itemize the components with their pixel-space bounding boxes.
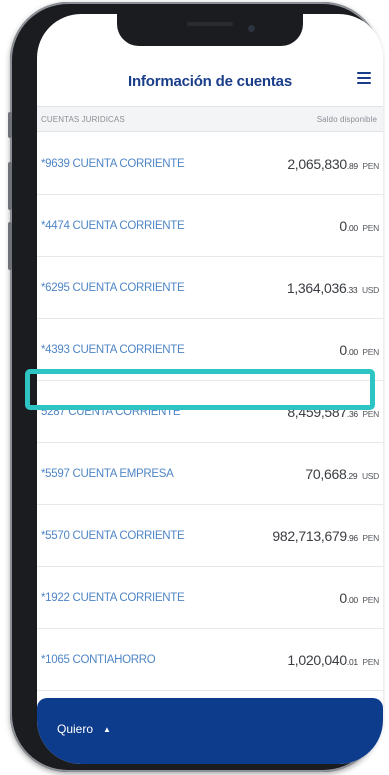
hamburger-menu-icon[interactable] xyxy=(357,72,371,86)
mute-switch xyxy=(8,112,12,138)
list-subheader: CUENTAS JURIDICAS Saldo disponible xyxy=(37,106,383,132)
app-header: Información de cuentas xyxy=(37,58,383,104)
accounts-list: *9639 CUENTA CORRIENTE 2,065,830.89 PEN … xyxy=(37,133,383,691)
account-balance: 0.00 PEN xyxy=(339,217,379,234)
account-name[interactable]: *4474 CUENTA CORRIENTE xyxy=(41,220,185,232)
account-name[interactable]: *5597 CUENTA EMPRESA xyxy=(41,468,174,480)
quiero-button[interactable]: Quiero ▲ xyxy=(37,698,383,764)
account-name[interactable]: 5287 CUENTA CORRIENTE xyxy=(41,406,181,418)
account-row[interactable]: *9639 CUENTA CORRIENTE 2,065,830.89 PEN xyxy=(37,133,383,195)
account-name[interactable]: *1065 CONTIAHORRO xyxy=(41,654,156,666)
account-name[interactable]: *1922 CUENTA CORRIENTE xyxy=(41,592,185,604)
account-balance: 8,459,587.36 PEN xyxy=(287,403,379,420)
account-balance: 1,020,040.01 PEN xyxy=(287,651,379,668)
account-row[interactable]: *4393 CUENTA CORRIENTE 0.00 PEN xyxy=(37,319,383,381)
page-title: Información de cuentas xyxy=(128,72,292,90)
quiero-label: Quiero xyxy=(57,722,94,736)
volume-up-button xyxy=(8,162,12,210)
account-name[interactable]: *5570 CUENTA CORRIENTE xyxy=(41,530,185,542)
account-balance: 0.00 PEN xyxy=(339,589,379,606)
phone-screen: Información de cuentas CUENTAS JURIDICAS… xyxy=(37,14,383,764)
section-label: CUENTAS JURIDICAS xyxy=(41,114,125,124)
phone-frame: Información de cuentas CUENTAS JURIDICAS… xyxy=(8,2,383,772)
account-balance: 70,668.29 USD xyxy=(305,465,379,482)
account-name[interactable]: *4393 CUENTA CORRIENTE xyxy=(41,344,185,356)
account-row[interactable]: *5597 CUENTA EMPRESA 70,668.29 USD xyxy=(37,443,383,505)
balance-column-label: Saldo disponible xyxy=(316,114,377,124)
caret-up-icon: ▲ xyxy=(103,725,111,734)
account-row[interactable]: *4474 CUENTA CORRIENTE 0.00 PEN xyxy=(37,195,383,257)
account-balance: 1,364,036.33 USD xyxy=(286,279,379,296)
account-row[interactable]: *5570 CUENTA CORRIENTE 982,713,679.96 PE… xyxy=(37,505,383,567)
camera xyxy=(248,25,255,32)
account-name[interactable]: *9639 CUENTA CORRIENTE xyxy=(41,158,185,170)
account-balance: 0.00 PEN xyxy=(339,341,379,358)
account-row[interactable]: *6295 CUENTA CORRIENTE 1,364,036.33 USD xyxy=(37,257,383,319)
notch xyxy=(117,14,303,46)
account-row[interactable]: *1922 CUENTA CORRIENTE 0.00 PEN xyxy=(37,567,383,629)
account-name[interactable]: *6295 CUENTA CORRIENTE xyxy=(41,282,185,294)
account-balance: 2,065,830.89 PEN xyxy=(287,155,379,172)
account-row-highlighted[interactable]: 5287 CUENTA CORRIENTE 8,459,587.36 PEN xyxy=(37,381,383,443)
speaker xyxy=(187,22,233,26)
account-row[interactable]: *1065 CONTIAHORRO 1,020,040.01 PEN xyxy=(37,629,383,691)
account-balance: 982,713,679.96 PEN xyxy=(272,527,379,544)
volume-down-button xyxy=(8,222,12,270)
